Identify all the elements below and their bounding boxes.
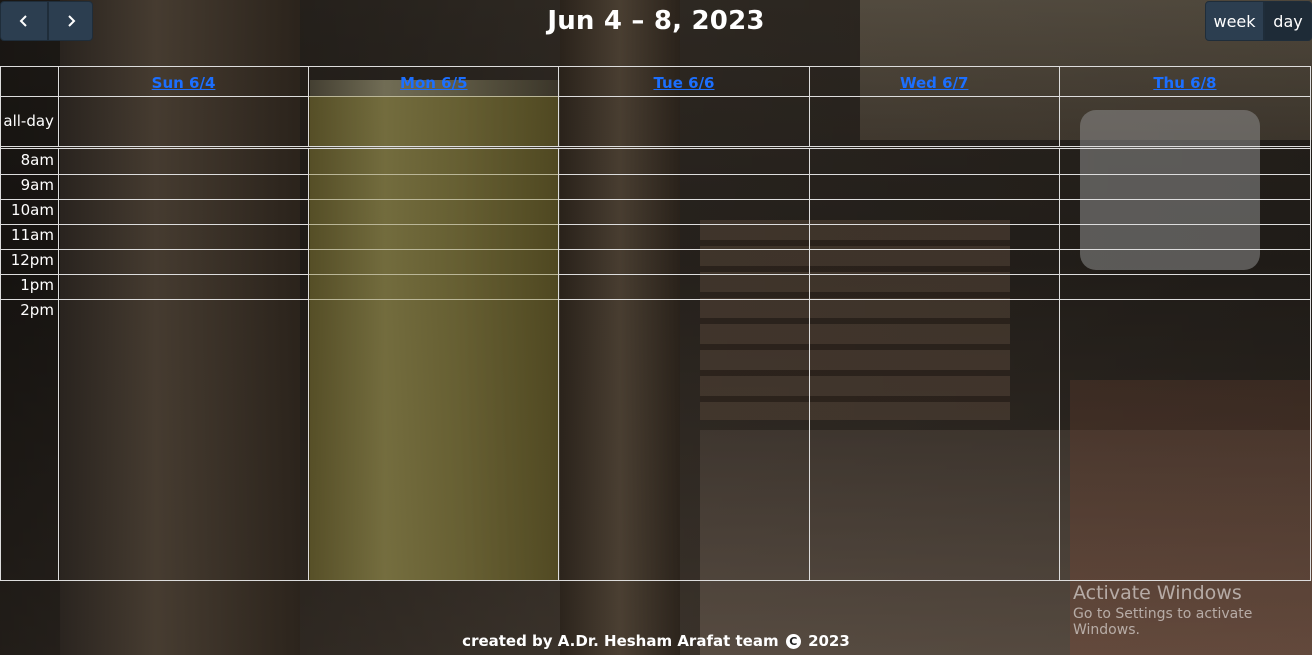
time-slot[interactable] <box>309 199 560 224</box>
time-slot[interactable] <box>309 274 560 299</box>
time-slot[interactable] <box>309 249 560 274</box>
view-button-group: week day <box>1205 1 1312 41</box>
header-corner <box>1 67 59 96</box>
allday-cell-wed[interactable] <box>810 96 1060 146</box>
time-slot[interactable] <box>1060 149 1310 174</box>
time-label: 12pm <box>1 249 59 274</box>
week-view-button[interactable]: week <box>1205 1 1264 41</box>
copyright-icon: C <box>785 634 801 649</box>
time-slot[interactable] <box>559 224 810 249</box>
day-link-sun[interactable]: Sun 6/4 <box>152 74 216 92</box>
day-header-wed: Wed 6/7 <box>810 67 1060 96</box>
time-slot[interactable] <box>309 299 560 580</box>
footer-credit-text: created by A.Dr. Hesham Arafat team <box>462 632 779 650</box>
day-link-wed[interactable]: Wed 6/7 <box>900 74 969 92</box>
time-slot[interactable] <box>59 299 310 580</box>
time-slots: 8am 9am 10am 11am 12pm 1pm 2pm <box>1 149 1310 580</box>
time-slot[interactable] <box>810 174 1060 199</box>
time-slot[interactable] <box>810 249 1060 274</box>
day-link-thu[interactable]: Thu 6/8 <box>1153 74 1216 92</box>
watermark-title: Activate Windows <box>1073 582 1242 604</box>
time-slot[interactable] <box>810 224 1060 249</box>
day-header-row: Sun 6/4 Mon 6/5 Tue 6/6 Wed 6/7 Thu 6/8 <box>1 67 1310 97</box>
time-slot[interactable] <box>1060 274 1310 299</box>
time-slot[interactable] <box>309 149 560 174</box>
time-slot[interactable] <box>810 199 1060 224</box>
time-slot[interactable] <box>559 249 810 274</box>
time-slot-row: 10am <box>1 199 1310 225</box>
time-label: 10am <box>1 199 59 224</box>
allday-cell-tue[interactable] <box>559 96 810 146</box>
time-slot[interactable] <box>59 274 310 299</box>
time-slot[interactable] <box>309 174 560 199</box>
time-slot-row: 2pm <box>1 299 1310 580</box>
time-slot[interactable] <box>59 199 310 224</box>
time-slot-row: 11am <box>1 224 1310 250</box>
time-slot[interactable] <box>1060 249 1310 274</box>
day-header-mon: Mon 6/5 <box>309 67 560 96</box>
allday-label: all-day <box>1 96 59 146</box>
time-slot[interactable] <box>1060 299 1310 580</box>
day-header-sun: Sun 6/4 <box>59 67 310 96</box>
day-link-tue[interactable]: Tue 6/6 <box>653 74 714 92</box>
time-slot-row: 12pm <box>1 249 1310 275</box>
allday-cell-thu[interactable] <box>1060 96 1310 146</box>
allday-cell-mon[interactable] <box>309 96 560 146</box>
day-view-button[interactable]: day <box>1264 1 1312 41</box>
time-slot[interactable] <box>309 224 560 249</box>
time-slot[interactable] <box>559 174 810 199</box>
calendar-title: Jun 4 – 8, 2023 <box>547 6 765 36</box>
time-slot-row: 8am <box>1 149 1310 175</box>
day-link-mon[interactable]: Mon 6/5 <box>400 74 468 92</box>
time-label: 1pm <box>1 274 59 299</box>
time-slot[interactable] <box>810 149 1060 174</box>
activate-windows-watermark: Activate Windows Go to Settings to activ… <box>1073 582 1312 638</box>
day-header-tue: Tue 6/6 <box>559 67 810 96</box>
footer-year: 2023 <box>808 632 850 650</box>
time-slot[interactable] <box>559 149 810 174</box>
time-slot[interactable] <box>59 174 310 199</box>
time-slot[interactable] <box>59 224 310 249</box>
time-slot[interactable] <box>559 299 810 580</box>
time-slot-row: 9am <box>1 174 1310 200</box>
time-slot[interactable] <box>559 199 810 224</box>
time-slot[interactable] <box>1060 174 1310 199</box>
time-slot-row: 1pm <box>1 274 1310 300</box>
time-slot[interactable] <box>59 249 310 274</box>
time-label: 2pm <box>1 299 59 580</box>
day-header-thu: Thu 6/8 <box>1060 67 1310 96</box>
time-label: 11am <box>1 224 59 249</box>
time-slot[interactable] <box>810 274 1060 299</box>
time-label: 8am <box>1 149 59 174</box>
footer-credit: created by A.Dr. Hesham Arafat team C 20… <box>0 632 1312 650</box>
time-label: 9am <box>1 174 59 199</box>
allday-cell-sun[interactable] <box>59 96 310 146</box>
allday-row: all-day <box>1 96 1310 149</box>
calendar-grid: Sun 6/4 Mon 6/5 Tue 6/6 Wed 6/7 Thu 6/8 … <box>0 66 1311 581</box>
time-slot[interactable] <box>1060 199 1310 224</box>
time-slot[interactable] <box>59 149 310 174</box>
time-slot[interactable] <box>1060 224 1310 249</box>
time-slot[interactable] <box>559 274 810 299</box>
time-slot[interactable] <box>810 299 1060 580</box>
